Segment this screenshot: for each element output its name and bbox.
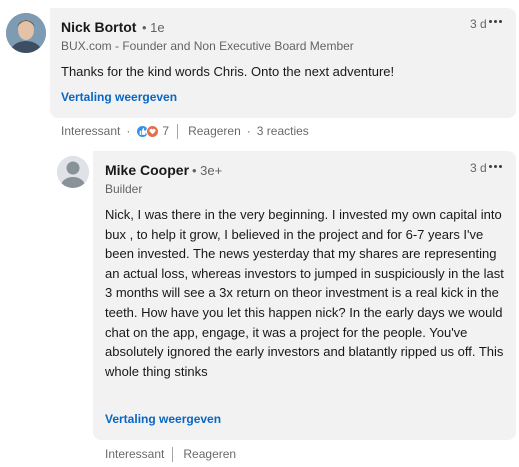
comment-timestamp: 3 d: [470, 17, 487, 31]
comment-text: Thanks for the kind words Chris. Onto th…: [61, 64, 395, 79]
replies-count-link[interactable]: 3 reacties: [257, 124, 309, 138]
author-headline: BUX.com - Founder and Non Executive Boar…: [61, 39, 354, 53]
divider: [177, 123, 179, 139]
show-translation-link[interactable]: Vertaling weergeven: [61, 90, 177, 104]
separator-dot: ·: [246, 124, 251, 138]
avatar-photo: [6, 13, 46, 53]
show-translation-link[interactable]: Vertaling weergeven: [105, 412, 221, 426]
reply-actions-bar: Interessant Reageren: [105, 446, 236, 462]
divider: [172, 446, 174, 462]
reply-button[interactable]: Reageren: [188, 124, 241, 138]
comment-actions-bar: Interessant · 7 Reageren · 3 reacties: [61, 123, 309, 139]
reaction-count[interactable]: 7: [162, 124, 169, 138]
nick-bortot-avatar[interactable]: [6, 13, 46, 53]
connection-degree: • 3e+: [192, 163, 223, 178]
like-button[interactable]: Interessant: [61, 124, 120, 138]
author-headline: Builder: [105, 182, 143, 196]
avatar-placeholder: [57, 156, 89, 188]
mike-cooper-avatar[interactable]: [57, 156, 89, 188]
comment-author-name[interactable]: Nick Bortot: [61, 19, 136, 35]
like-button[interactable]: Interessant: [105, 447, 164, 461]
love-reaction-icon: [146, 124, 160, 138]
reply-button[interactable]: Reageren: [183, 447, 236, 461]
more-options-icon[interactable]: [489, 164, 505, 170]
more-options-icon[interactable]: [489, 19, 505, 25]
reply-text: Nick, I was there in the very beginning.…: [105, 207, 504, 379]
separator-dot: ·: [126, 124, 131, 138]
connection-degree: • 1e: [142, 20, 165, 35]
reactions-summary[interactable]: [136, 124, 160, 138]
reply-timestamp: 3 d: [470, 161, 487, 175]
reply-author-name[interactable]: Mike Cooper: [105, 162, 189, 178]
